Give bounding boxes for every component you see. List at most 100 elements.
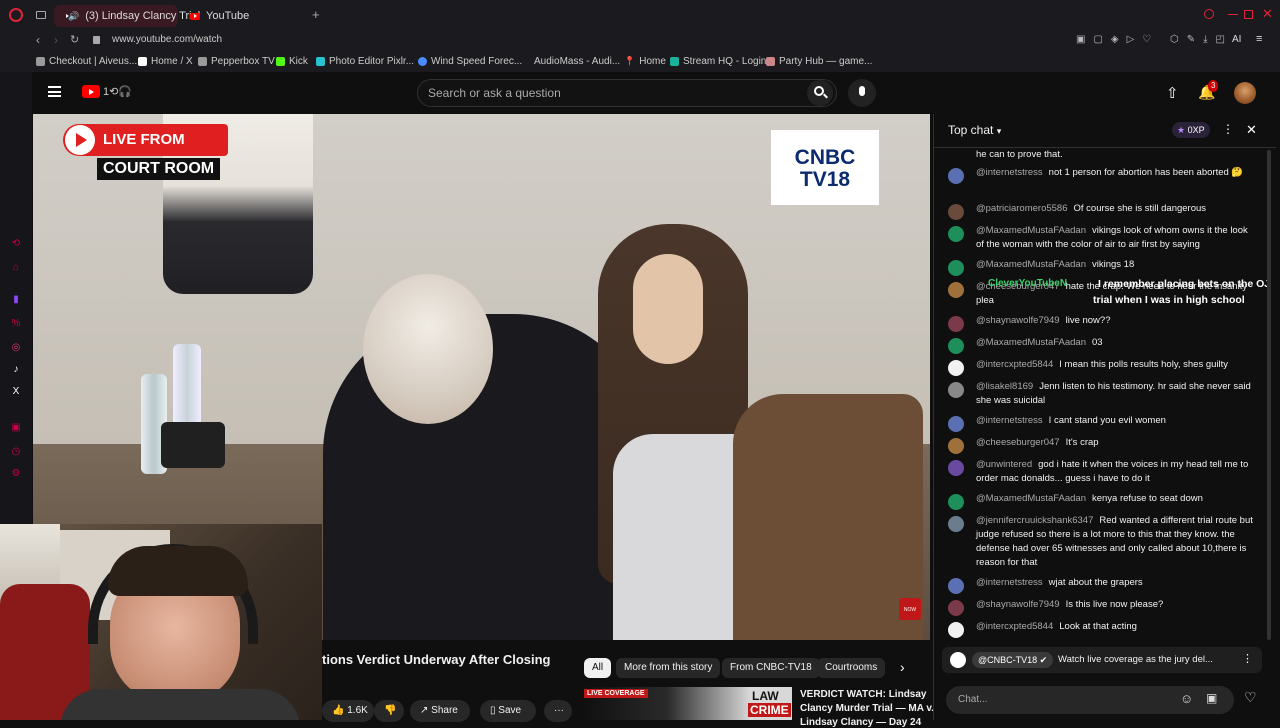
chat-avatar[interactable] [948, 622, 964, 638]
chips-next-icon[interactable]: › [900, 659, 905, 675]
avatar[interactable] [1234, 82, 1256, 104]
save-button[interactable]: ▯ Save [480, 700, 536, 722]
pinned-message[interactable]: @CNBC-TV18 ✔ Watch live coverage as the … [942, 647, 1262, 673]
opera-logo-icon[interactable] [9, 8, 23, 22]
sidebar-twitch-icon[interactable]: ▮ [10, 294, 22, 306]
chat-avatar[interactable] [948, 168, 964, 184]
chat-avatar[interactable] [948, 600, 964, 616]
bookmark[interactable]: Kick [276, 56, 308, 67]
forward-icon[interactable]: › [54, 33, 58, 47]
chat-author[interactable]: @intercxpted5844 [976, 621, 1053, 632]
chat-author[interactable]: @unwintered [976, 459, 1032, 470]
voice-search-button[interactable] [848, 79, 876, 107]
menu-icon[interactable]: ≡ [1256, 33, 1262, 45]
upload-icon[interactable]: ⇧ [1166, 84, 1179, 102]
tab-lindsay-clancy[interactable]: 🔊 (3) Lindsay Clancy Trial [54, 5, 200, 27]
recommended-title-line1[interactable]: VERDICT WATCH: Lindsay [800, 689, 926, 700]
chat-avatar[interactable] [948, 282, 964, 298]
chat-author[interactable]: @internetstress [976, 415, 1043, 426]
reload-icon[interactable]: ↻ [70, 33, 79, 46]
sidebar-history-icon[interactable]: ▣ [10, 422, 22, 434]
bookmark[interactable]: Checkout | Aiveus... [36, 56, 137, 67]
sidebar-settings-icon[interactable]: ⚙ [10, 468, 22, 480]
ai-icon[interactable]: AI [1232, 34, 1241, 45]
bookmark[interactable]: Party Hub — game... [766, 56, 872, 67]
recommended-thumbnail[interactable]: LIVE COVERAGE LAW CRIME [584, 687, 792, 720]
like-button[interactable]: 👍 1.6K [322, 700, 374, 722]
bookmark[interactable]: Wind Speed Forec... [418, 56, 522, 67]
pinned-more-icon[interactable]: ⋮ [1242, 652, 1253, 665]
share-button[interactable]: ↗ Share [410, 700, 470, 722]
bookmark[interactable]: Pepperbox TV [198, 56, 275, 67]
chat-author[interactable]: @intercxpted5844 [976, 359, 1053, 370]
sidebar-bag-icon[interactable]: ⌂ [10, 262, 22, 274]
bookmark[interactable]: 📍 Home [624, 56, 666, 67]
sidebar-instagram-icon[interactable]: ◎ [10, 342, 22, 354]
bookmark[interactable]: Photo Editor Pixlr... [316, 56, 414, 67]
sidebar-downloads-icon[interactable]: ◷ [10, 446, 22, 458]
tab-overview-icon[interactable] [36, 11, 46, 19]
back-icon[interactable]: ‹ [36, 33, 40, 47]
chip-more-from-story[interactable]: More from this story [616, 658, 721, 678]
chat-avatar[interactable] [948, 260, 964, 276]
chat-avatar[interactable] [948, 226, 964, 242]
search-tabs-icon[interactable] [1204, 9, 1214, 19]
chip-from-cnbc[interactable]: From CNBC-TV18 [722, 658, 820, 678]
bookmark[interactable]: Stream HQ - Login [670, 56, 766, 67]
chat-author[interactable]: @shaynawolfe7949 [976, 599, 1060, 610]
sidebar-tiktok-icon[interactable]: ♪ [10, 364, 22, 376]
tab-youtube[interactable]: YouTube [182, 5, 302, 27]
recommended-title-line2[interactable]: Clancy Murder Trial — MA v. [800, 703, 934, 714]
chat-author[interactable]: @cheeseburger047 [976, 437, 1060, 448]
chat-author[interactable]: @jennifercruuickshank6347 [976, 515, 1093, 526]
chat-scrollbar[interactable] [1267, 150, 1271, 640]
chat-avatar[interactable] [948, 316, 964, 332]
chat-avatar[interactable] [948, 516, 964, 532]
minimize-icon[interactable] [1228, 14, 1238, 15]
chat-avatar[interactable] [948, 338, 964, 354]
search-button[interactable] [807, 80, 833, 106]
chat-avatar[interactable] [948, 360, 964, 376]
sidebar-ai-icon[interactable]: ⟲ [10, 238, 22, 250]
points-badge[interactable]: ★ 0XP [1172, 122, 1210, 138]
chat-author[interactable]: @MaxamedMustaFAadan [976, 225, 1086, 236]
chat-avatar[interactable] [948, 204, 964, 220]
chat-avatar[interactable] [948, 494, 964, 510]
chat-author[interactable]: @MaxamedMustaFAadan [976, 493, 1086, 504]
chat-author[interactable]: @lisakel8169 [976, 381, 1033, 392]
chat-avatar[interactable] [948, 578, 964, 594]
chip-all[interactable]: All [584, 658, 612, 678]
recommended-title-line3[interactable]: Lindsay Clancy — Day 24 [800, 717, 921, 728]
hamburger-menu-icon[interactable] [48, 86, 61, 97]
chat-avatar[interactable] [948, 382, 964, 398]
super-chat-icon[interactable]: ▣ [1206, 691, 1217, 705]
chat-author[interactable]: @internetstress [976, 577, 1043, 588]
chip-courtrooms[interactable]: Courtrooms [817, 658, 886, 678]
youtube-logo[interactable] [82, 85, 100, 98]
chat-author[interactable]: @shaynawolfe7949 [976, 315, 1060, 326]
chat-author[interactable]: @MaxamedMustaFAadan [976, 259, 1086, 270]
chat-input[interactable]: Chat... ☺ ▣ [946, 686, 1234, 714]
chat-mode-dropdown[interactable]: Top chat ▾ [948, 123, 1001, 137]
close-window-icon[interactable]: ✕ [1262, 6, 1273, 22]
dislike-button[interactable]: 👎 [374, 700, 404, 722]
bookmark[interactable]: Home / X [138, 56, 193, 67]
heart-icon[interactable]: ♡ [1244, 689, 1257, 706]
bookmark[interactable]: AudioMass - Audi... [534, 56, 620, 67]
url-field[interactable]: www.youtube.com/watch [112, 34, 222, 45]
emoji-icon[interactable]: ☺ [1180, 691, 1193, 706]
sidebar-percent-icon[interactable]: % [10, 318, 22, 330]
chat-avatar[interactable] [948, 416, 964, 432]
chat-more-icon[interactable]: ⋮ [1222, 122, 1234, 136]
chat-author[interactable]: @patriciaromero5586 [976, 203, 1068, 214]
close-chat-icon[interactable]: ✕ [1246, 122, 1257, 138]
chat-avatar[interactable] [948, 460, 964, 476]
chat-avatar[interactable] [948, 438, 964, 454]
more-actions-button[interactable]: ··· [544, 700, 572, 722]
new-tab-icon[interactable]: + [312, 7, 320, 22]
chat-author[interactable]: @MaxamedMustaFAadan [976, 337, 1086, 348]
maximize-icon[interactable] [1244, 10, 1253, 19]
search-input[interactable]: Search or ask a question [417, 79, 837, 107]
sidebar-x-icon[interactable]: X [10, 386, 22, 398]
chat-author[interactable]: @internetstress [976, 167, 1043, 178]
